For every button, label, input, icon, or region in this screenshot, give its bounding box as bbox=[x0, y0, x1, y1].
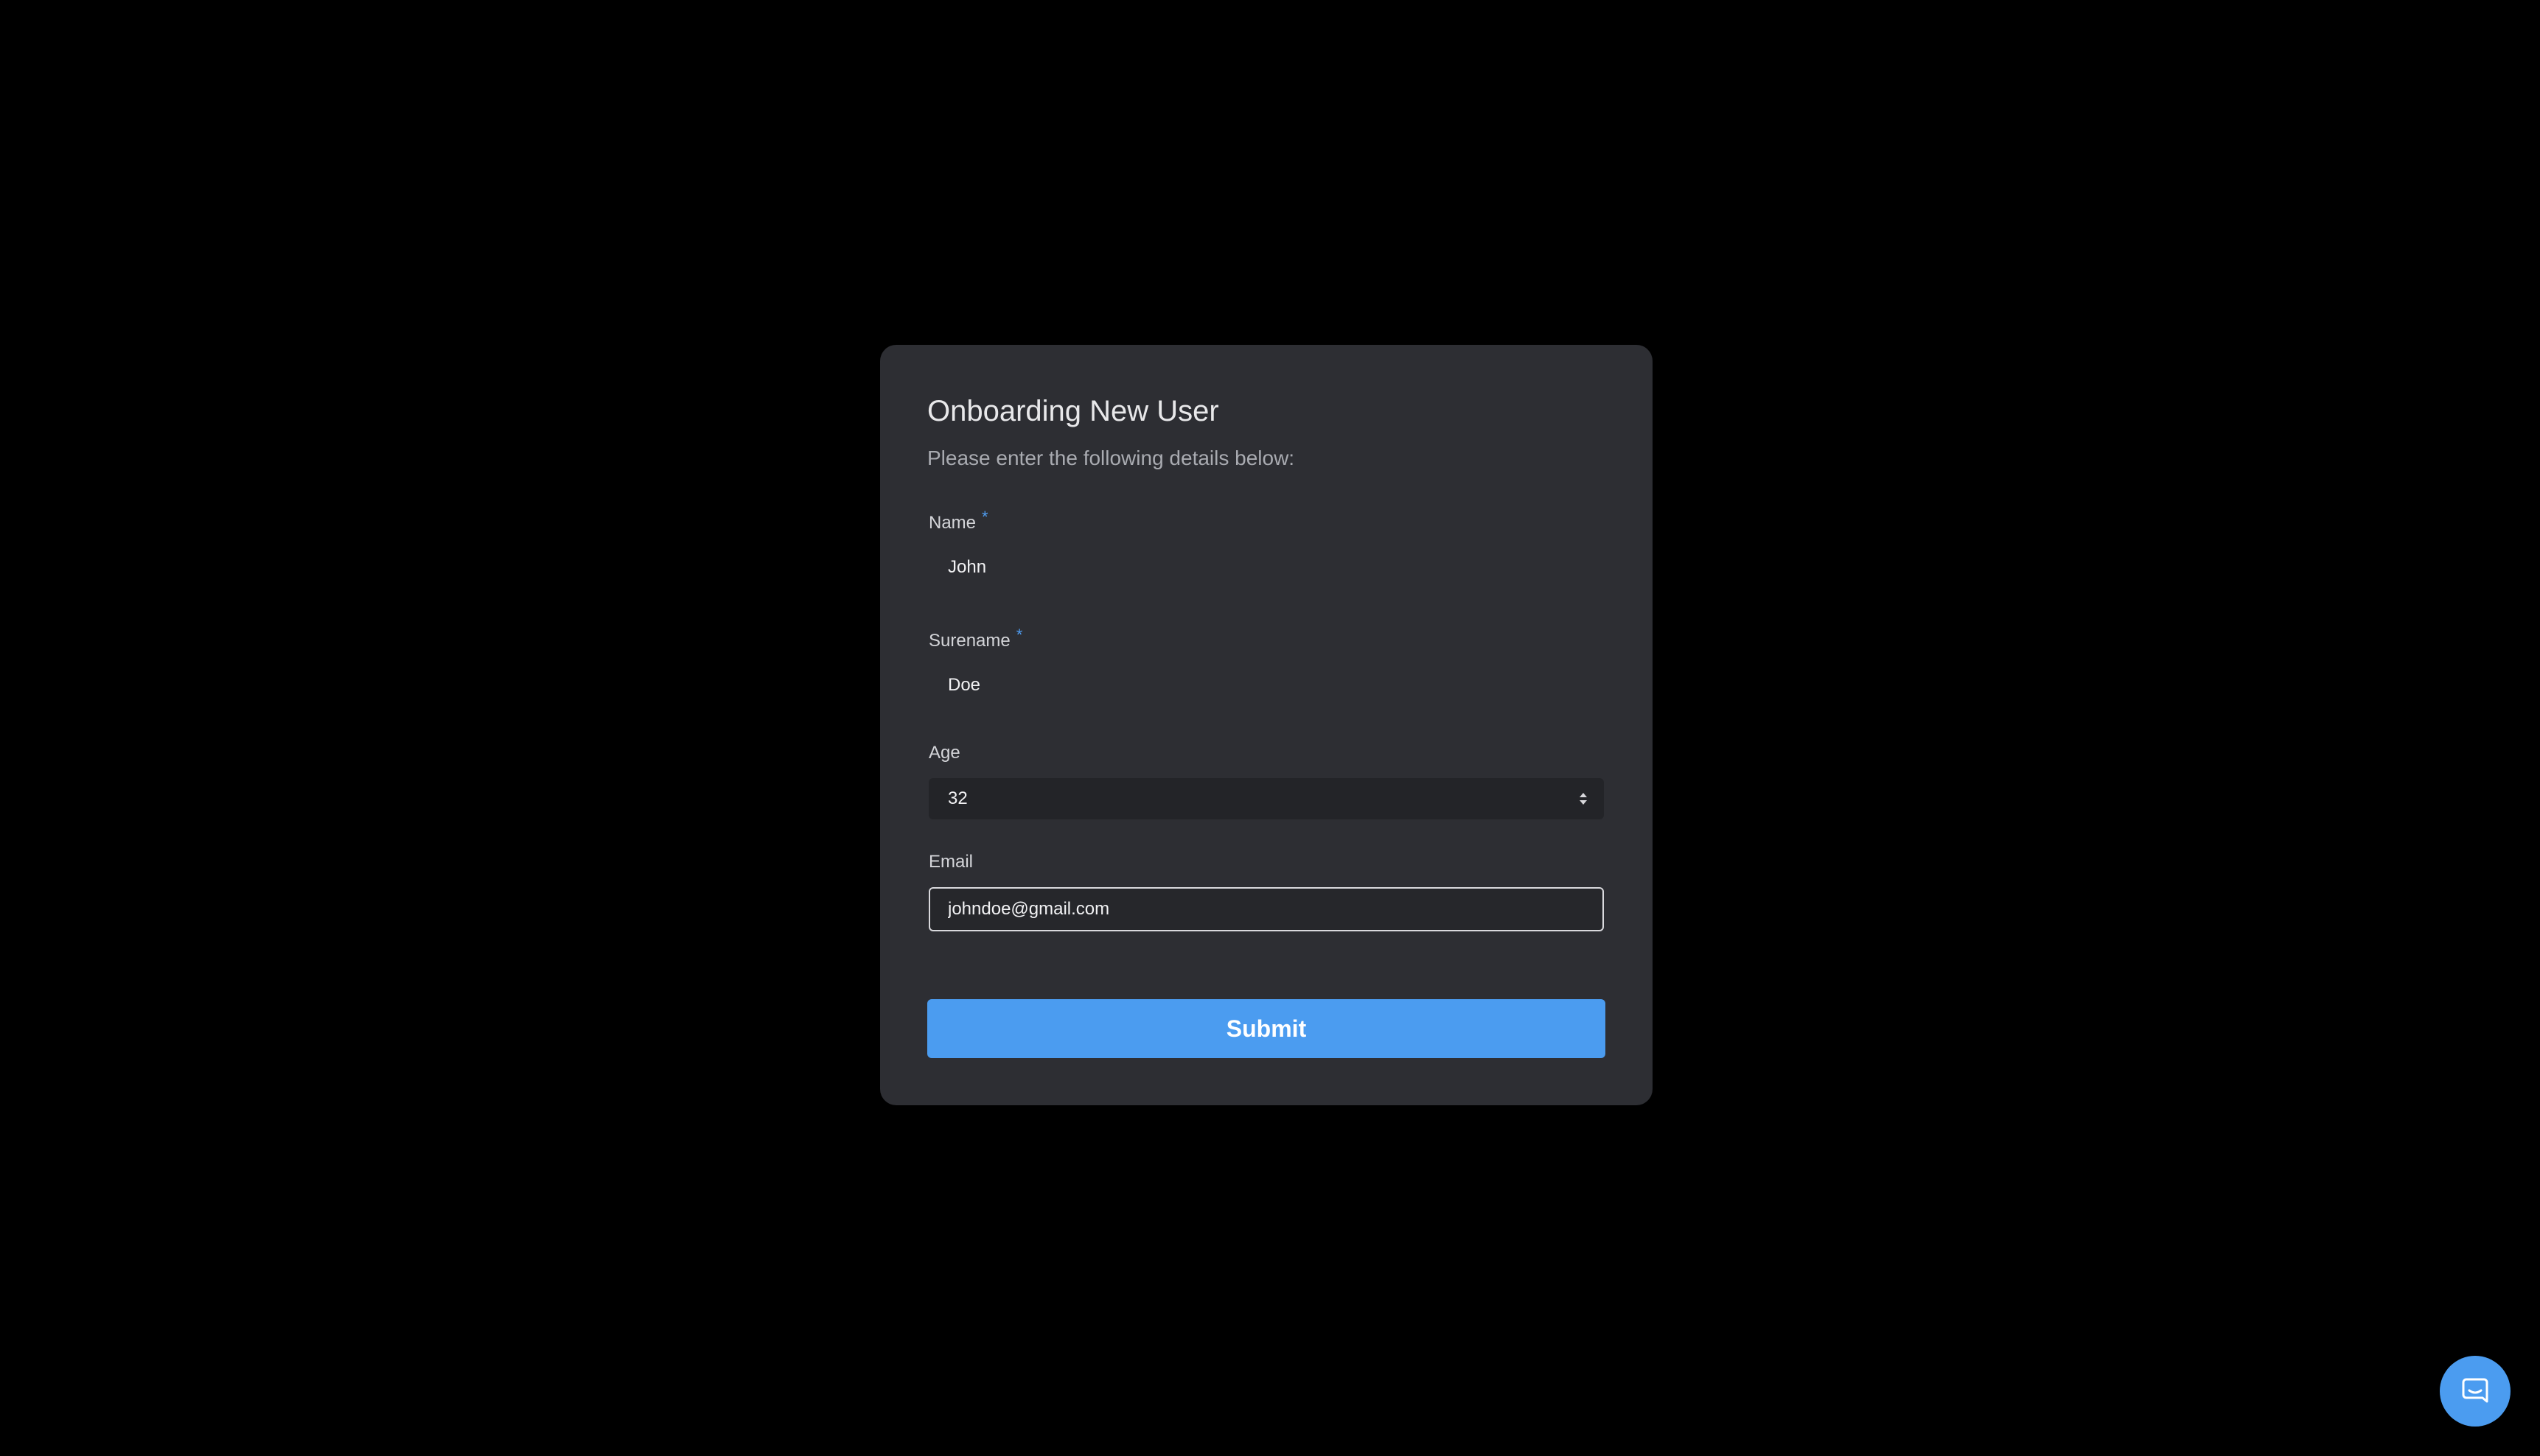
surname-required-mark: * bbox=[1016, 626, 1023, 644]
email-label: Email bbox=[929, 852, 973, 872]
page: Onboarding New User Please enter the fol… bbox=[0, 0, 2540, 1456]
surname-label: Surename * bbox=[929, 626, 1022, 651]
age-select[interactable]: 32 bbox=[929, 778, 1604, 819]
onboarding-form-card: Onboarding New User Please enter the fol… bbox=[880, 345, 1653, 1105]
surname-input[interactable] bbox=[929, 665, 1604, 706]
age-label-text: Age bbox=[929, 743, 960, 763]
submit-button[interactable]: Submit bbox=[927, 999, 1605, 1058]
chat-launcher-button[interactable] bbox=[2440, 1356, 2511, 1427]
updown-icon bbox=[1579, 791, 1588, 806]
age-selected-value: 32 bbox=[948, 788, 968, 808]
form-title: Onboarding New User bbox=[927, 395, 1219, 427]
name-required-mark: * bbox=[982, 508, 988, 526]
email-label-text: Email bbox=[929, 852, 974, 872]
surname-label-text: Surename bbox=[929, 631, 1011, 651]
name-label: Name * bbox=[929, 508, 988, 533]
age-label: Age bbox=[929, 743, 960, 763]
form-subtitle: Please enter the following details below… bbox=[927, 447, 1295, 469]
name-label-text: Name bbox=[929, 513, 977, 533]
name-input[interactable] bbox=[929, 547, 1604, 588]
chat-bubble-icon bbox=[2462, 1378, 2488, 1403]
email-input[interactable] bbox=[929, 887, 1604, 931]
